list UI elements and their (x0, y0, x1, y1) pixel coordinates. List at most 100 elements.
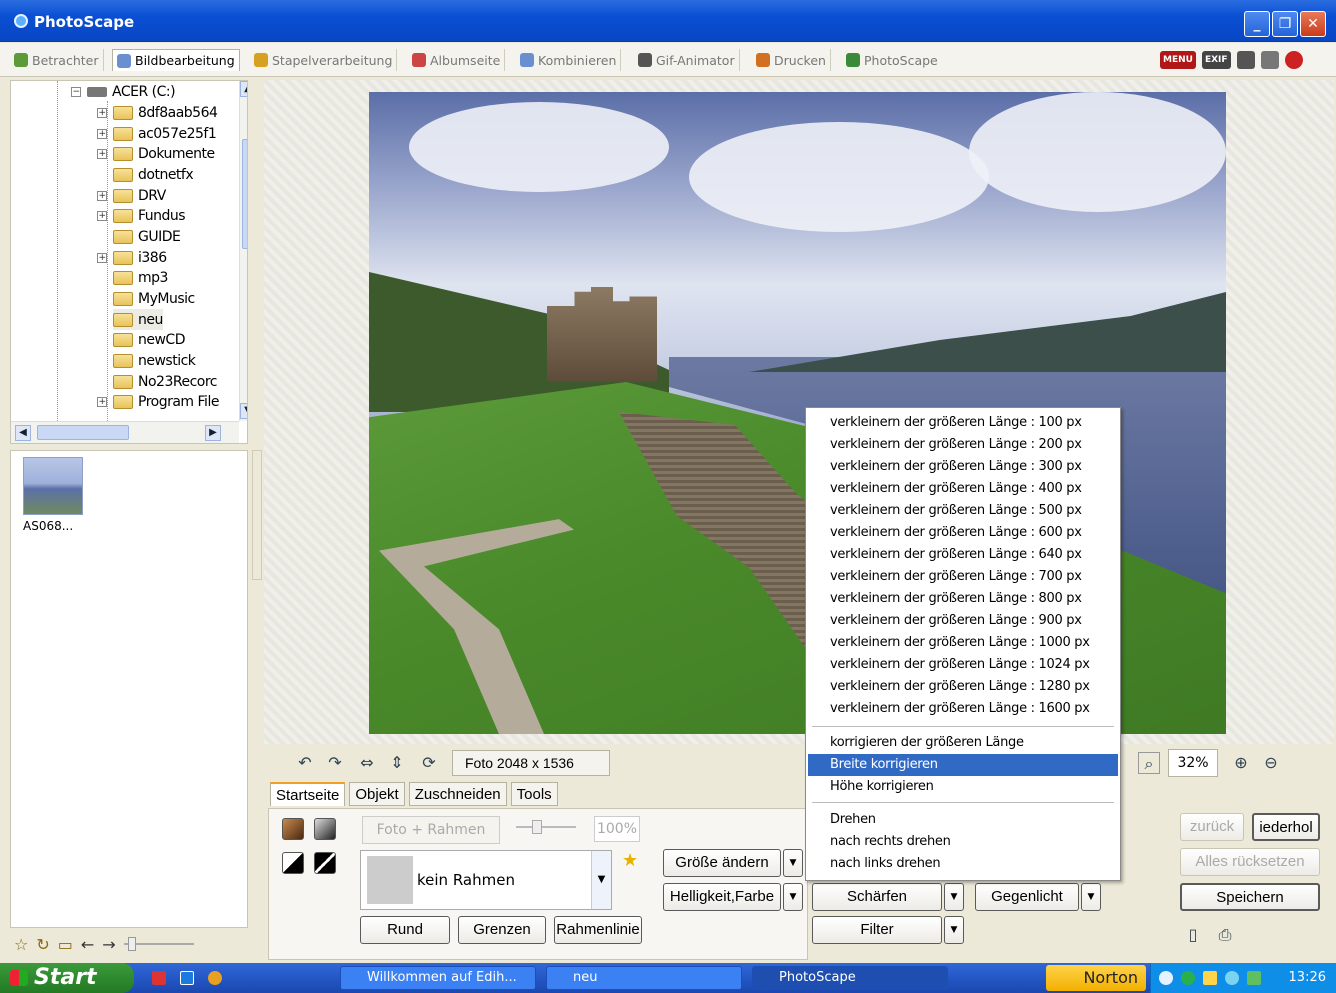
tree-vertical-scrollbar[interactable]: ▲ ▼ (239, 81, 247, 421)
tree-item[interactable]: + Fundus (97, 205, 186, 226)
menu-item-rotate[interactable]: Drehen (808, 809, 1118, 831)
tree-item[interactable]: + Dokumente (97, 143, 215, 164)
taskbar-item-browser[interactable]: Willkommen auf Edih... (340, 966, 536, 990)
expand-icon[interactable]: + (97, 107, 107, 118)
tab-gif-animator[interactable]: Gif-Animator (634, 49, 740, 71)
bw-icon[interactable] (314, 852, 336, 874)
tree-item[interactable]: newCD (113, 329, 186, 350)
expand-icon[interactable]: + (97, 210, 107, 221)
subtab-startseite[interactable]: Startseite (270, 782, 346, 806)
minimize-button[interactable]: _ (1244, 11, 1270, 37)
menu-item-resize[interactable]: verkleinern der größeren Länge : 700 px (808, 566, 1118, 588)
back-icon[interactable]: ← (81, 935, 94, 954)
quicklaunch-icon[interactable] (152, 971, 166, 985)
tree-item[interactable]: mp3 (113, 267, 168, 288)
tree-horizontal-scrollbar[interactable]: ◀ ▶ (11, 421, 239, 443)
chevron-down-icon[interactable]: ▼ (591, 851, 611, 909)
frame-size-slider[interactable] (516, 820, 576, 834)
scroll-left-icon[interactable]: ◀ (15, 425, 31, 441)
scroll-up-icon[interactable]: ▲ (240, 81, 247, 97)
grenzen-button[interactable]: Grenzen (458, 916, 546, 944)
tray-icon[interactable] (1181, 971, 1195, 985)
collapse-icon[interactable]: − (71, 86, 81, 97)
menu-item-fix-longer[interactable]: korrigieren der größeren Länge (808, 732, 1118, 754)
maximize-button[interactable]: ❐ (1272, 11, 1298, 37)
tray-icon[interactable] (1203, 971, 1217, 985)
help-icon[interactable] (1284, 51, 1303, 69)
scroll-thumb[interactable] (37, 425, 129, 440)
menu-item-fix-height[interactable]: Höhe korrigieren (808, 776, 1118, 798)
menu-item-resize[interactable]: verkleinern der größeren Länge : 600 px (808, 522, 1118, 544)
subtab-zuschneiden[interactable]: Zuschneiden (408, 782, 507, 806)
tree-item[interactable]: + i386 (97, 247, 167, 268)
expand-icon[interactable]: + (97, 252, 107, 263)
norton-tray-button[interactable]: Norton (1046, 965, 1146, 991)
star-icon[interactable]: ☆ (14, 935, 28, 954)
backlight-button[interactable]: Gegenlicht (975, 883, 1079, 911)
menu-item-resize[interactable]: verkleinern der größeren Länge : 1024 px (808, 654, 1118, 676)
invert-icon[interactable] (282, 852, 304, 874)
slider-knob[interactable] (532, 820, 542, 834)
resize-dropdown-icon[interactable]: ▼ (783, 849, 803, 877)
auto-level-icon[interactable] (282, 818, 304, 840)
start-button[interactable]: Start (0, 963, 134, 993)
menu-item-rotate-right[interactable]: nach rechts drehen (808, 831, 1118, 853)
taskbar-item-photoscape[interactable]: PhotoScape (752, 966, 948, 990)
scroll-right-icon[interactable]: ▶ (205, 425, 221, 441)
menu-item-resize[interactable]: verkleinern der größeren Länge : 100 px (808, 412, 1118, 434)
refresh-icon[interactable]: ↻ (36, 935, 49, 954)
subtab-objekt[interactable]: Objekt (349, 782, 405, 806)
tab-betrachter[interactable]: Betrachter (10, 49, 104, 71)
undo-button[interactable]: zurück (1180, 813, 1244, 841)
brightness-dropdown-icon[interactable]: ▼ (783, 883, 803, 911)
flip-horizontal-icon[interactable]: ⇔ (356, 752, 378, 774)
tree-item[interactable]: MyMusic (113, 288, 195, 309)
tree-item[interactable]: GUIDE (113, 226, 181, 247)
rotate-left-icon[interactable]: ↶ (294, 752, 316, 774)
close-button[interactable]: ✕ (1300, 11, 1326, 37)
brightness-color-button[interactable]: Helligkeit,Farbe (663, 883, 781, 911)
tab-stapelverarbeitung[interactable]: Stapelverarbeitung (250, 49, 398, 71)
folder-icon[interactable]: ▭ (58, 935, 73, 954)
pane-splitter[interactable] (252, 450, 262, 580)
tree-root[interactable]: − ACER (C:) (71, 81, 176, 102)
frame-select[interactable]: kein Rahmen ▼ (360, 850, 612, 910)
menu-item-resize[interactable]: verkleinern der größeren Länge : 400 px (808, 478, 1118, 500)
tray-icon[interactable] (1159, 971, 1173, 985)
rotate-right-icon[interactable]: ↷ (324, 752, 346, 774)
forward-icon[interactable]: → (102, 935, 115, 954)
tree-item[interactable]: + ac057e25f1 (97, 123, 217, 144)
menu-item-resize[interactable]: verkleinern der größeren Länge : 640 px (808, 544, 1118, 566)
thumbnail-size-slider[interactable] (123, 937, 194, 951)
quicklaunch-icon[interactable] (208, 971, 222, 985)
tab-photoscape[interactable]: PhotoScape (842, 49, 942, 71)
scroll-thumb[interactable] (242, 139, 247, 249)
tray-icon[interactable] (1225, 971, 1239, 985)
menu-item-resize[interactable]: verkleinern der größeren Länge : 200 px (808, 434, 1118, 456)
copy-icon[interactable] (1260, 51, 1279, 69)
scroll-down-icon[interactable]: ▼ (240, 403, 247, 419)
tab-kombinieren[interactable]: Kombinieren (516, 49, 622, 71)
flip-vertical-icon[interactable]: ⇕ (386, 752, 408, 774)
favorite-star-icon[interactable]: ★ (622, 850, 638, 871)
quicklaunch-icon[interactable] (180, 971, 194, 985)
redo-button[interactable]: iederhol (1252, 813, 1320, 841)
tab-drucken[interactable]: Drucken (752, 49, 831, 71)
tree-item[interactable]: + Program File (97, 391, 219, 412)
filter-dropdown-icon[interactable]: ▼ (944, 916, 964, 944)
tree-item[interactable]: No23Recorc (113, 371, 217, 392)
tree-item[interactable]: + DRV (97, 185, 166, 206)
print-icon[interactable]: ⎙ (1214, 924, 1236, 946)
menu-item-resize[interactable]: verkleinern der größeren Länge : 500 px (808, 500, 1118, 522)
menu-button[interactable]: MENU (1160, 51, 1196, 69)
rahmenlinie-button[interactable]: Rahmenlinie (554, 916, 642, 944)
sharpen-button[interactable]: Schärfen (812, 883, 942, 911)
auto-rotate-icon[interactable]: ⟳ (418, 752, 440, 774)
zoom-level[interactable]: 32% (1168, 749, 1218, 777)
window-mode-icon[interactable] (1236, 51, 1255, 69)
menu-item-resize[interactable]: verkleinern der größeren Länge : 1000 px (808, 632, 1118, 654)
filter-button[interactable]: Filter (812, 916, 942, 944)
zoom-out-icon[interactable]: ⊖ (1260, 752, 1282, 774)
zoom-in-icon[interactable]: ⊕ (1230, 752, 1252, 774)
menu-item-fix-width[interactable]: Breite korrigieren (808, 754, 1118, 776)
